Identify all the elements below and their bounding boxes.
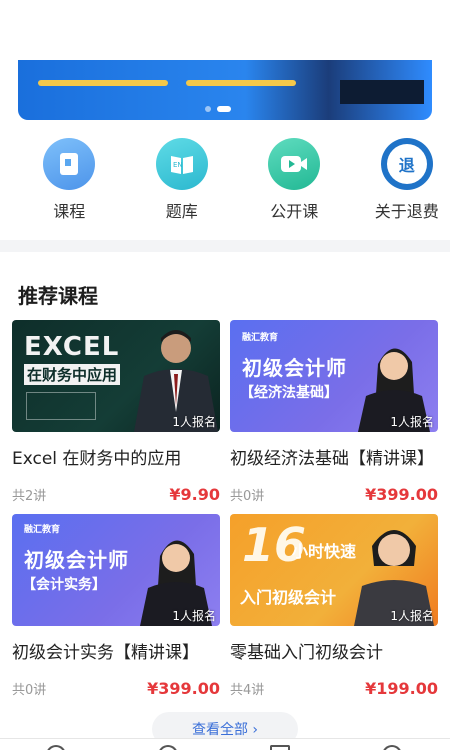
- quick-nav-refund[interactable]: 退 关于退费: [364, 138, 450, 222]
- user-icon[interactable]: [382, 745, 402, 750]
- thumbnail-subtitle: 【经济法基础】: [240, 385, 338, 401]
- course-meta: 共4讲 ¥199.00: [230, 679, 438, 698]
- document-icon[interactable]: [270, 745, 290, 750]
- course-thumbnail[interactable]: EXCEL 在财务中应用 1人报名: [12, 320, 220, 432]
- video-icon: [268, 138, 321, 190]
- pagination-dot-active[interactable]: [217, 106, 231, 112]
- thumbnail-subtitle-2: 入门初级会计: [240, 588, 337, 607]
- thumbnail-brand: 融汇教育: [242, 333, 279, 343]
- course-price: ¥199.00: [365, 679, 438, 698]
- course-card[interactable]: EXCEL 在财务中应用 1人报名 Excel 在财务中的应用 共2讲 ¥9.9…: [12, 320, 220, 504]
- course-meta: 共0讲 ¥399.00: [230, 485, 438, 504]
- section-title: 推荐课程: [18, 284, 98, 308]
- book-icon: [43, 138, 96, 190]
- quick-nav-courses[interactable]: 课程: [26, 138, 113, 222]
- thumbnail-text-box: [26, 392, 96, 420]
- course-thumbnail[interactable]: 融汇教育 初级会计师 【经济法基础】 1人报名: [230, 320, 438, 432]
- thumbnail-subtitle: 在财务中应用: [24, 364, 121, 385]
- course-thumbnail[interactable]: 融汇教育 初级会计师 【会计实务】 1人报名: [12, 514, 220, 626]
- enroll-count: 1人报名: [172, 609, 216, 623]
- question-bank-icon: EN: [155, 138, 208, 190]
- enroll-count: 1人报名: [172, 415, 216, 429]
- lesson-count: 共0讲: [230, 489, 265, 504]
- quick-nav-label: 课程: [53, 202, 86, 221]
- course-title[interactable]: 初级会计实务【精讲课】: [12, 638, 220, 663]
- thumbnail-title: EXCEL: [24, 332, 120, 362]
- enroll-count: 1人报名: [390, 415, 434, 429]
- thumbnail-title: 初级会计师: [24, 548, 129, 572]
- quick-nav-label: 题库: [165, 202, 198, 221]
- quick-nav-question-bank[interactable]: EN 题库: [139, 138, 226, 222]
- course-thumbnail[interactable]: 16 小时快速 入门初级会计 1人报名: [230, 514, 438, 626]
- course-meta: 共0讲 ¥399.00: [12, 679, 220, 698]
- course-title[interactable]: 零基础入门初级会计: [230, 638, 438, 663]
- enroll-count: 1人报名: [390, 609, 434, 623]
- banner-pagination: [205, 106, 231, 112]
- course-price: ¥399.00: [147, 679, 220, 698]
- calendar-icon[interactable]: [158, 745, 178, 750]
- home-icon[interactable]: [46, 745, 66, 750]
- banner-graphic: [186, 80, 296, 86]
- bottom-tab-bar: [0, 738, 450, 750]
- banner-photo: [340, 80, 424, 104]
- course-card[interactable]: 融汇教育 初级会计师 【经济法基础】 1人报名 初级经济法基础【精讲课】 共0讲…: [230, 320, 438, 504]
- lesson-count: 共2讲: [12, 489, 47, 504]
- course-price: ¥9.90: [169, 485, 220, 504]
- thumbnail-subtitle: 【会计实务】: [22, 577, 106, 593]
- thumbnail-subtitle: 小时快速: [292, 542, 357, 561]
- course-card[interactable]: 16 小时快速 入门初级会计 1人报名 零基础入门初级会计 共4讲 ¥199.0…: [230, 514, 438, 698]
- course-price: ¥399.00: [365, 485, 438, 504]
- quick-nav-label: 关于退费: [374, 202, 439, 221]
- quick-nav: 课程 EN 题库 公开课 退 关于退费: [0, 138, 450, 222]
- svg-text:EN: EN: [173, 161, 183, 169]
- course-title[interactable]: Excel 在财务中的应用: [12, 444, 220, 469]
- quick-nav-open-class[interactable]: 公开课: [251, 138, 338, 222]
- lesson-count: 共0讲: [12, 683, 47, 698]
- course-card[interactable]: 融汇教育 初级会计师 【会计实务】 1人报名 初级会计实务【精讲课】 共0讲 ¥…: [12, 514, 220, 698]
- refund-icon-text: 退: [386, 144, 427, 184]
- refund-icon: 退: [380, 138, 433, 190]
- quick-nav-label: 公开课: [270, 202, 319, 221]
- thumbnail-title: 初级会计师: [242, 356, 347, 380]
- lesson-count: 共4讲: [230, 683, 265, 698]
- thumbnail-brand: 融汇教育: [24, 525, 61, 535]
- pagination-dot[interactable]: [205, 106, 211, 112]
- banner-graphic: [38, 80, 168, 86]
- section-divider: [0, 240, 450, 252]
- course-title[interactable]: 初级经济法基础【精讲课】: [230, 444, 438, 469]
- course-meta: 共2讲 ¥9.90: [12, 485, 220, 504]
